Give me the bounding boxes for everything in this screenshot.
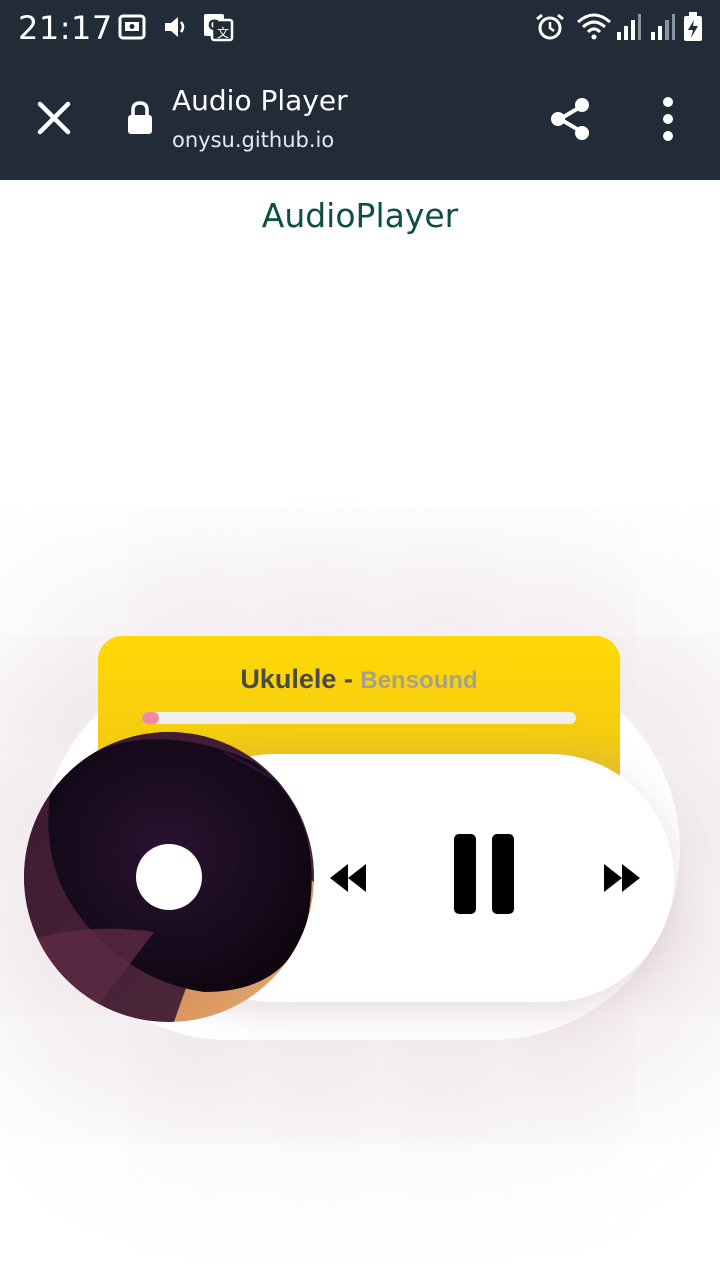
more-vert-icon[interactable] <box>650 94 686 144</box>
alarm-icon <box>536 13 564 40</box>
status-bar: 21:17 G 文 <box>0 0 720 56</box>
album-art-disc <box>24 732 314 1022</box>
fast-forward-icon[interactable] <box>600 858 644 898</box>
battery-charging-icon <box>684 12 702 41</box>
close-icon[interactable] <box>30 94 78 142</box>
page-title: Audio Player <box>172 84 348 117</box>
browser-toolbar: Audio Player onysu.github.io <box>0 56 720 180</box>
progress-fill <box>142 712 160 724</box>
rewind-icon[interactable] <box>326 858 370 898</box>
lock-icon <box>128 101 152 134</box>
track-separator: - <box>336 664 361 694</box>
progress-bar[interactable] <box>142 712 576 724</box>
track-label: Ukulele - Bensound <box>98 664 620 695</box>
screen-record-icon <box>118 14 146 40</box>
volume-icon <box>165 17 185 37</box>
page-heading: AudioPlayer <box>261 196 459 235</box>
signal-icon <box>651 14 675 40</box>
track-title: Ukulele <box>240 664 337 694</box>
translate-icon: G 文 <box>204 14 234 42</box>
page-url[interactable]: onysu.github.io <box>172 128 334 152</box>
wifi-icon <box>577 13 611 40</box>
status-time: 21:17 <box>18 9 113 47</box>
pause-icon[interactable] <box>450 832 518 916</box>
share-icon[interactable] <box>546 94 596 144</box>
track-artist: Bensound <box>360 667 478 694</box>
album-art-image <box>24 732 314 1022</box>
svg-text:文: 文 <box>217 25 229 40</box>
signal-icon <box>617 14 641 40</box>
